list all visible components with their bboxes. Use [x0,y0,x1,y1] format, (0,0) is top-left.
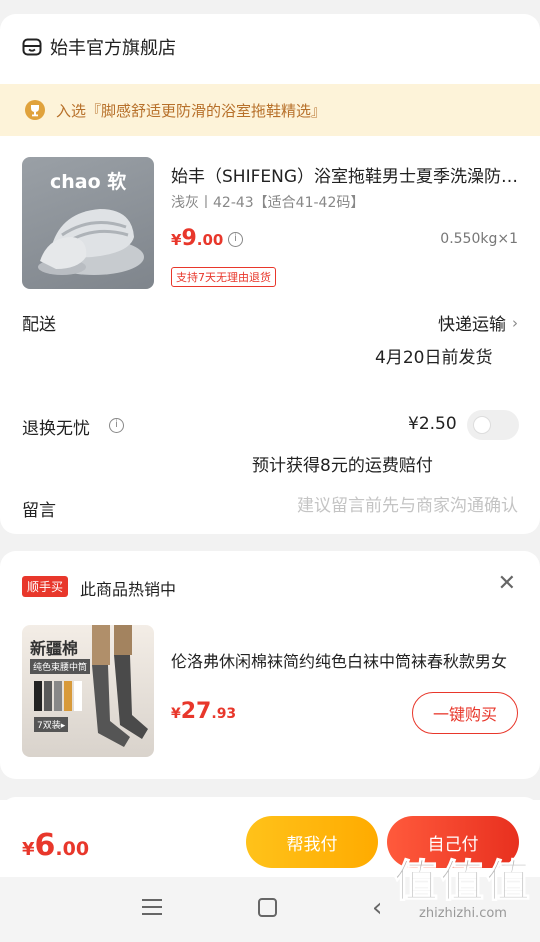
return-insurance-label: 退换无忧 [22,419,90,439]
total-currency: ¥ [22,839,35,860]
store-name[interactable]: 始丰官方旗舰店 [50,34,176,60]
product-price-currency: ¥ [171,231,182,249]
socks-illustration [34,625,148,747]
watermark: 值值值 zhizhizhi.com [394,856,532,921]
menu-icon[interactable] [142,899,162,917]
recommend-price: ¥27.93 [171,699,236,724]
recommend-tag: 顺手买 [22,576,69,597]
store-header[interactable]: 始丰官方旗舰店 [22,34,176,60]
one-click-buy-button[interactable]: 一键购买 [412,692,518,734]
recommend-image-pack: 7双装▸ [34,717,69,732]
return-insurance-info-icon[interactable]: i [109,418,124,433]
toggle-knob [473,416,491,434]
award-banner[interactable]: 入选『脚感舒适更防滑的浴室拖鞋精选』 [0,84,540,136]
trophy-icon [25,100,45,120]
total-int: 6 [34,828,56,863]
shipping-label: 配送 [22,315,56,335]
shipping-date: 4月20日前发货 [375,348,493,368]
product-title[interactable]: 始丰（SHIFENG）浴室拖鞋男士夏季洗澡防滑家居拖鞋 [171,162,521,187]
slipper-illustration [38,209,144,275]
recommend-title[interactable]: 伦洛弗休闲棉袜简约纯色白袜中筒袜春秋款男女 [171,648,516,672]
store-icon [22,38,42,56]
recommend-price-dec: .93 [211,706,237,722]
watermark-url: zhizhizhi.com [419,906,507,921]
compensation-text: 预计获得8元的运费赔付 [252,456,433,476]
recommend-price-int: 27 [180,699,212,724]
product-price-dec: .00 [196,231,224,249]
product-weight-qty: 0.550kg×1 [440,231,518,247]
recommend-heading: 此商品热销中 [80,580,177,599]
product-image[interactable]: chao 软 [22,157,154,289]
shipping-method[interactable]: 快递运输 › [438,310,518,336]
store-order-card: 始丰官方旗舰店 入选『脚感舒适更防滑的浴室拖鞋精选』 chao 软 始丰（SHI… [0,14,540,534]
award-text: 入选『脚感舒适更防滑的浴室拖鞋精选』 [56,101,327,120]
return-insurance-toggle[interactable] [467,410,519,440]
product-spec[interactable]: 浅灰丨42-43【适合41-42码】 [171,192,364,212]
return-policy-badge: 支持7天无理由退货 [171,267,276,287]
help-me-pay-button[interactable]: 帮我付 [246,816,378,868]
home-icon[interactable] [258,898,277,917]
price-info-icon[interactable]: i [228,232,243,247]
recommend-card: 顺手买 此商品热销中 ✕ 新疆棉 纯色束腰中筒 7双装▸ 伦洛弗休闲棉袜简约纯色… [0,551,540,779]
note-label: 留言 [22,501,56,521]
total-dec: .00 [55,838,90,860]
note-input[interactable] [218,496,518,516]
return-insurance-price: ¥2.50 [408,414,457,434]
close-icon[interactable]: ✕ [498,571,516,596]
chevron-right-icon: › [512,313,518,332]
watermark-logo: 值值值 [394,856,532,907]
recommend-price-currency: ¥ [171,706,181,722]
recommend-image[interactable]: 新疆棉 纯色束腰中筒 7双装▸ [22,625,154,757]
product-price-int: 9 [181,226,197,251]
product-price: ¥9.00 [171,226,223,251]
shipping-method-value: 快递运输 [438,315,506,335]
back-icon[interactable]: ‹ [372,893,382,923]
total-price: ¥6.00 [22,828,89,863]
